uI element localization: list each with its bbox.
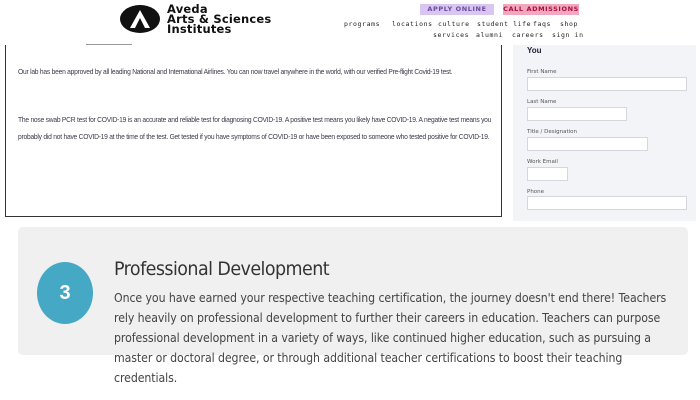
work-email-label: Work Email — [527, 159, 558, 165]
nav-item-shop[interactable]: shop — [560, 20, 578, 28]
nav-item-student-life[interactable]: student life — [477, 20, 531, 28]
nav-item-alumni[interactable]: alumni — [476, 31, 503, 39]
card-body-text: Once you have earned your respective tea… — [114, 290, 667, 385]
title-designation-label: Title / Designation — [527, 129, 578, 135]
contact-form: You First Name Last Name Title / Designa… — [513, 45, 696, 221]
nav-item-locations[interactable]: locations — [392, 20, 433, 28]
covid-test-info-panel: Our lab has been approved by all leading… — [5, 45, 502, 217]
nav-item-faqs[interactable]: faqs — [533, 20, 551, 28]
primary-nav: programs locations culture student life … — [0, 20, 700, 30]
call-admissions-button[interactable]: CALL ADMISSIONS — [503, 4, 579, 15]
first-name-field[interactable] — [527, 77, 687, 91]
form-title: You — [527, 46, 542, 55]
nav-item-careers[interactable]: careers — [512, 31, 544, 39]
airline-approval-text: Our lab has been approved by all leading… — [18, 67, 453, 76]
work-email-field[interactable] — [527, 167, 568, 181]
nav-item-services[interactable]: services — [433, 31, 469, 39]
nav-item-sign-in[interactable]: sign in — [552, 31, 584, 39]
first-name-label: First Name — [527, 69, 557, 75]
last-name-field[interactable] — [527, 107, 627, 121]
secondary-nav: services alumni careers sign in — [0, 31, 700, 41]
phone-label: Phone — [527, 189, 545, 195]
nav-item-programs[interactable]: programs — [344, 20, 380, 28]
nav-item-culture[interactable]: culture — [438, 20, 470, 28]
step-number-badge: 3 — [37, 262, 93, 324]
card-title: Professional Development — [114, 258, 330, 280]
pcr-test-description: The nose swab PCR test for COVID-19 is a… — [18, 115, 492, 141]
phone-field[interactable] — [527, 196, 687, 210]
apply-online-button[interactable]: APPLY ONLINE — [420, 4, 494, 15]
title-designation-field[interactable] — [527, 137, 648, 151]
last-name-label: Last Name — [527, 99, 557, 105]
